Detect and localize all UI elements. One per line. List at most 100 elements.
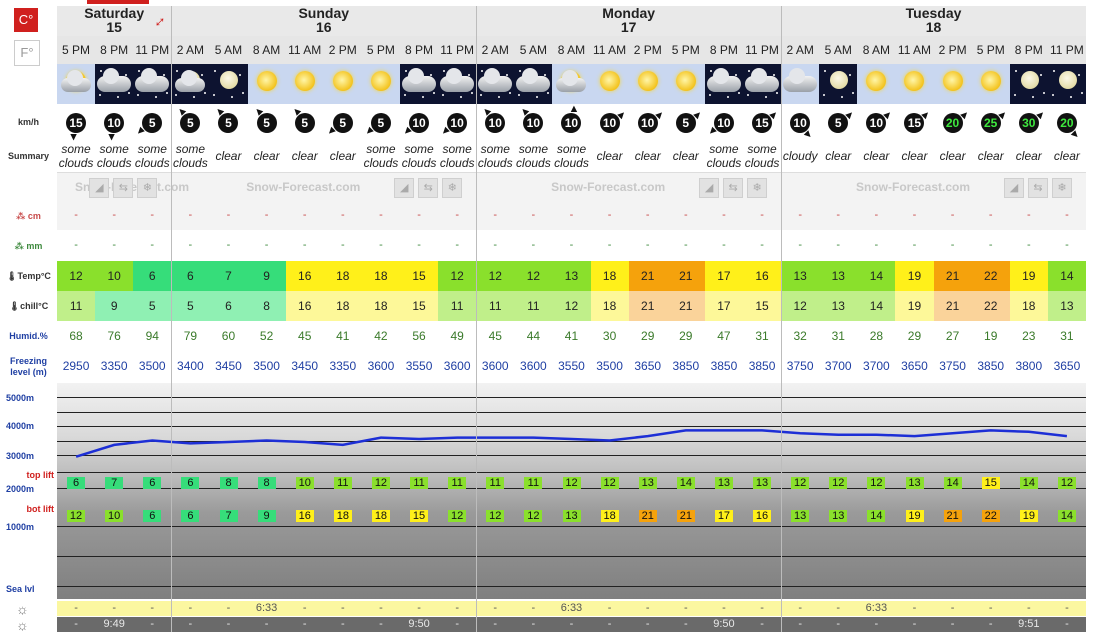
- star-icon: [155, 96, 158, 98]
- hour-cell: 2 PM: [633, 43, 662, 57]
- weather-cell: [400, 64, 439, 104]
- humidity-cell: 79: [183, 329, 198, 343]
- humidity-cell: 31: [831, 329, 845, 343]
- day-sunday: Sunday 16: [171, 6, 476, 36]
- lift-top-temp: 15: [981, 477, 1000, 489]
- sunset-cell: -: [607, 618, 612, 630]
- wind-speed: 10: [599, 113, 620, 133]
- cloud-icon: [61, 70, 91, 92]
- sunset-cell: -: [531, 618, 536, 630]
- wind-cell: ▲ 10: [857, 104, 896, 140]
- humidity-cell: 45: [298, 329, 312, 343]
- lift-top-temp: 12: [371, 477, 390, 489]
- snow-cell: -: [722, 209, 726, 221]
- star-icon: [1077, 74, 1080, 76]
- celsius-button[interactable]: C°: [14, 8, 38, 32]
- chill-cell: 5: [171, 291, 210, 321]
- temp-cell: 6: [171, 261, 210, 291]
- snow-cell: -: [569, 209, 574, 221]
- humidity-cell: 42: [374, 329, 388, 343]
- lift-bot-temp: 14: [867, 510, 886, 522]
- cloud-icon: [402, 68, 436, 92]
- rain-cell: -: [226, 239, 231, 251]
- star-icon: [204, 92, 207, 94]
- day-date: 18: [925, 19, 942, 35]
- hour-cell: 11 PM: [1050, 43, 1084, 57]
- summary-cell: clear: [672, 149, 699, 163]
- wind-row: ▲ 15 ▲ 10 ▲ 5 ▲ 5 ▲ 5 ▲ 5 ▲ 5 ▲ 5 ▲ 5 ▲ 10 ▲ 10 ▲ 10 ▲ 10 ▲ 10 ▲ 10 ▲ 1…: [57, 103, 1086, 143]
- snow-map-icon[interactable]: ❄: [1052, 178, 1072, 198]
- lift-top-temp: 12: [1057, 477, 1076, 489]
- weather-cell: [209, 64, 248, 104]
- humidity-cell: 31: [1060, 329, 1074, 343]
- hour-cell: 5 PM: [366, 43, 395, 57]
- star-icon: [737, 92, 740, 94]
- freezing-cell: 3450: [291, 359, 319, 373]
- sunrise-cell: -: [760, 602, 764, 614]
- hour-cell: 11 AM: [897, 43, 932, 57]
- chill-row: 11 9 5 5 6 8 16 18 18 15 11 11 11 12 18 21 21 17 15 12 13 14 1…: [57, 291, 1086, 321]
- hour-cell: 2 PM: [328, 43, 357, 57]
- lift-top-temp: 8: [219, 477, 238, 489]
- hour-cell: 2 PM: [938, 43, 967, 57]
- humidity-cell: 41: [336, 329, 350, 343]
- weather-cell: [171, 64, 210, 104]
- fahrenheit-button[interactable]: F°: [14, 40, 40, 66]
- humidity-cell: 27: [945, 329, 960, 343]
- weather-cell: [933, 64, 972, 104]
- weather-cell: [628, 64, 667, 104]
- refresh-icon[interactable]: ⇆: [113, 178, 134, 198]
- lift-bot-temp: 13: [829, 510, 848, 522]
- refresh-icon[interactable]: ⇆: [418, 178, 439, 198]
- wind-cell: ▲ 5: [248, 103, 286, 140]
- temp-cell: 16: [285, 261, 324, 291]
- hour-cell: 11 PM: [135, 43, 170, 57]
- temp-cell: 16: [743, 261, 782, 291]
- sunset-cell: -: [645, 618, 650, 630]
- freezing-cell: 3750: [939, 359, 966, 373]
- freezing-cell: 3850: [710, 359, 738, 373]
- lift-top-temp: 6: [67, 477, 86, 489]
- refresh-icon[interactable]: ⇆: [723, 178, 744, 198]
- sunrise-cell: -: [455, 602, 459, 614]
- weather-cell: [704, 64, 743, 104]
- snow-cell: -: [264, 209, 269, 221]
- chill-cell: 21: [666, 291, 705, 321]
- share-icon[interactable]: ◢: [699, 178, 720, 198]
- chill-cell: 17: [704, 291, 743, 321]
- weather-cell: [476, 64, 515, 104]
- star-icon: [405, 70, 407, 72]
- humidity-cell: 19: [984, 329, 998, 343]
- temp-cell: 18: [323, 261, 362, 291]
- share-icon[interactable]: ◢: [1004, 178, 1024, 198]
- humidity-cell: 47: [717, 329, 731, 343]
- wind-cell: ▲ 15: [743, 104, 782, 140]
- humidity-cell: 32: [793, 329, 807, 343]
- snow-cell: -: [150, 209, 155, 221]
- freezing-cell: 3500: [596, 359, 623, 373]
- wind-cell: ▲ 5: [171, 103, 209, 140]
- hour-cell: 5 PM: [671, 43, 700, 57]
- sunset-row: - 9:49 - - - - - - - 9:50 - - - - - - - 9:50 - - - - - - - 9:51 -: [57, 617, 1086, 632]
- logo-text: Snow-Forecast.com: [856, 180, 971, 194]
- chill-cell: 21: [933, 291, 972, 321]
- star-icon: [166, 92, 169, 94]
- weather-cell: [552, 64, 591, 104]
- freezing-cell: 3600: [520, 359, 547, 373]
- chill-cell: 8: [247, 291, 286, 321]
- refresh-icon[interactable]: ⇆: [1028, 178, 1048, 198]
- snow-map-icon[interactable]: ❄: [137, 178, 158, 198]
- snow-map-icon[interactable]: ❄: [747, 178, 768, 198]
- sun-icon: [675, 71, 696, 91]
- share-icon[interactable]: ◢: [394, 178, 415, 198]
- sunrise-cell: -: [150, 602, 155, 614]
- wind-speed: 20: [942, 113, 963, 133]
- share-icon[interactable]: ◢: [89, 178, 110, 198]
- snow-map-icon[interactable]: ❄: [442, 178, 463, 198]
- weather-cell: [971, 64, 1010, 104]
- sunset-cell: -: [683, 618, 688, 630]
- lift-top-temp: 11: [410, 477, 429, 489]
- snow-cell: -: [1065, 209, 1069, 221]
- temp-cell: 21: [666, 261, 705, 291]
- humidity-cell: 41: [564, 329, 579, 343]
